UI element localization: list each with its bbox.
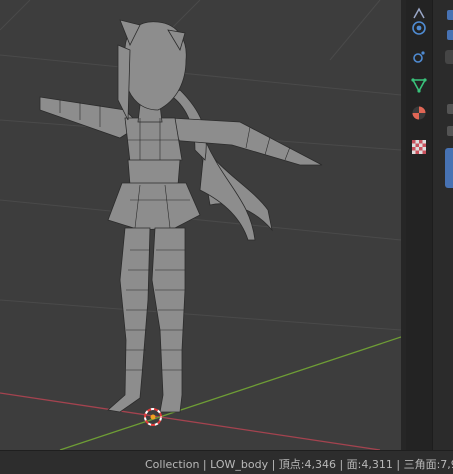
checkbox-unchecked[interactable] (447, 104, 453, 114)
object-data-icon[interactable] (406, 72, 432, 98)
status-bar: Collection | LOW_body | 頂点:4,346 | 面:4,3… (0, 450, 453, 474)
checkbox-checked[interactable] (447, 30, 453, 40)
properties-panel[interactable] (432, 0, 453, 450)
scene-statistics: Collection | LOW_body | 頂点:4,346 | 面:4,3… (145, 458, 453, 471)
3d-viewport[interactable] (0, 0, 401, 450)
checkbox-unchecked[interactable] (447, 126, 453, 136)
property-field[interactable] (445, 50, 453, 64)
particles-icon[interactable] (406, 44, 432, 70)
selected-field[interactable] (445, 148, 453, 188)
physics-icon[interactable] (406, 15, 432, 41)
texture-icon[interactable] (406, 134, 432, 160)
properties-tab-bar (406, 0, 432, 450)
character-mesh (39, 19, 323, 413)
checkbox-checked[interactable] (447, 10, 453, 20)
material-icon[interactable] (406, 100, 432, 126)
y-axis-line (59, 336, 401, 450)
x-axis-line (0, 392, 381, 450)
